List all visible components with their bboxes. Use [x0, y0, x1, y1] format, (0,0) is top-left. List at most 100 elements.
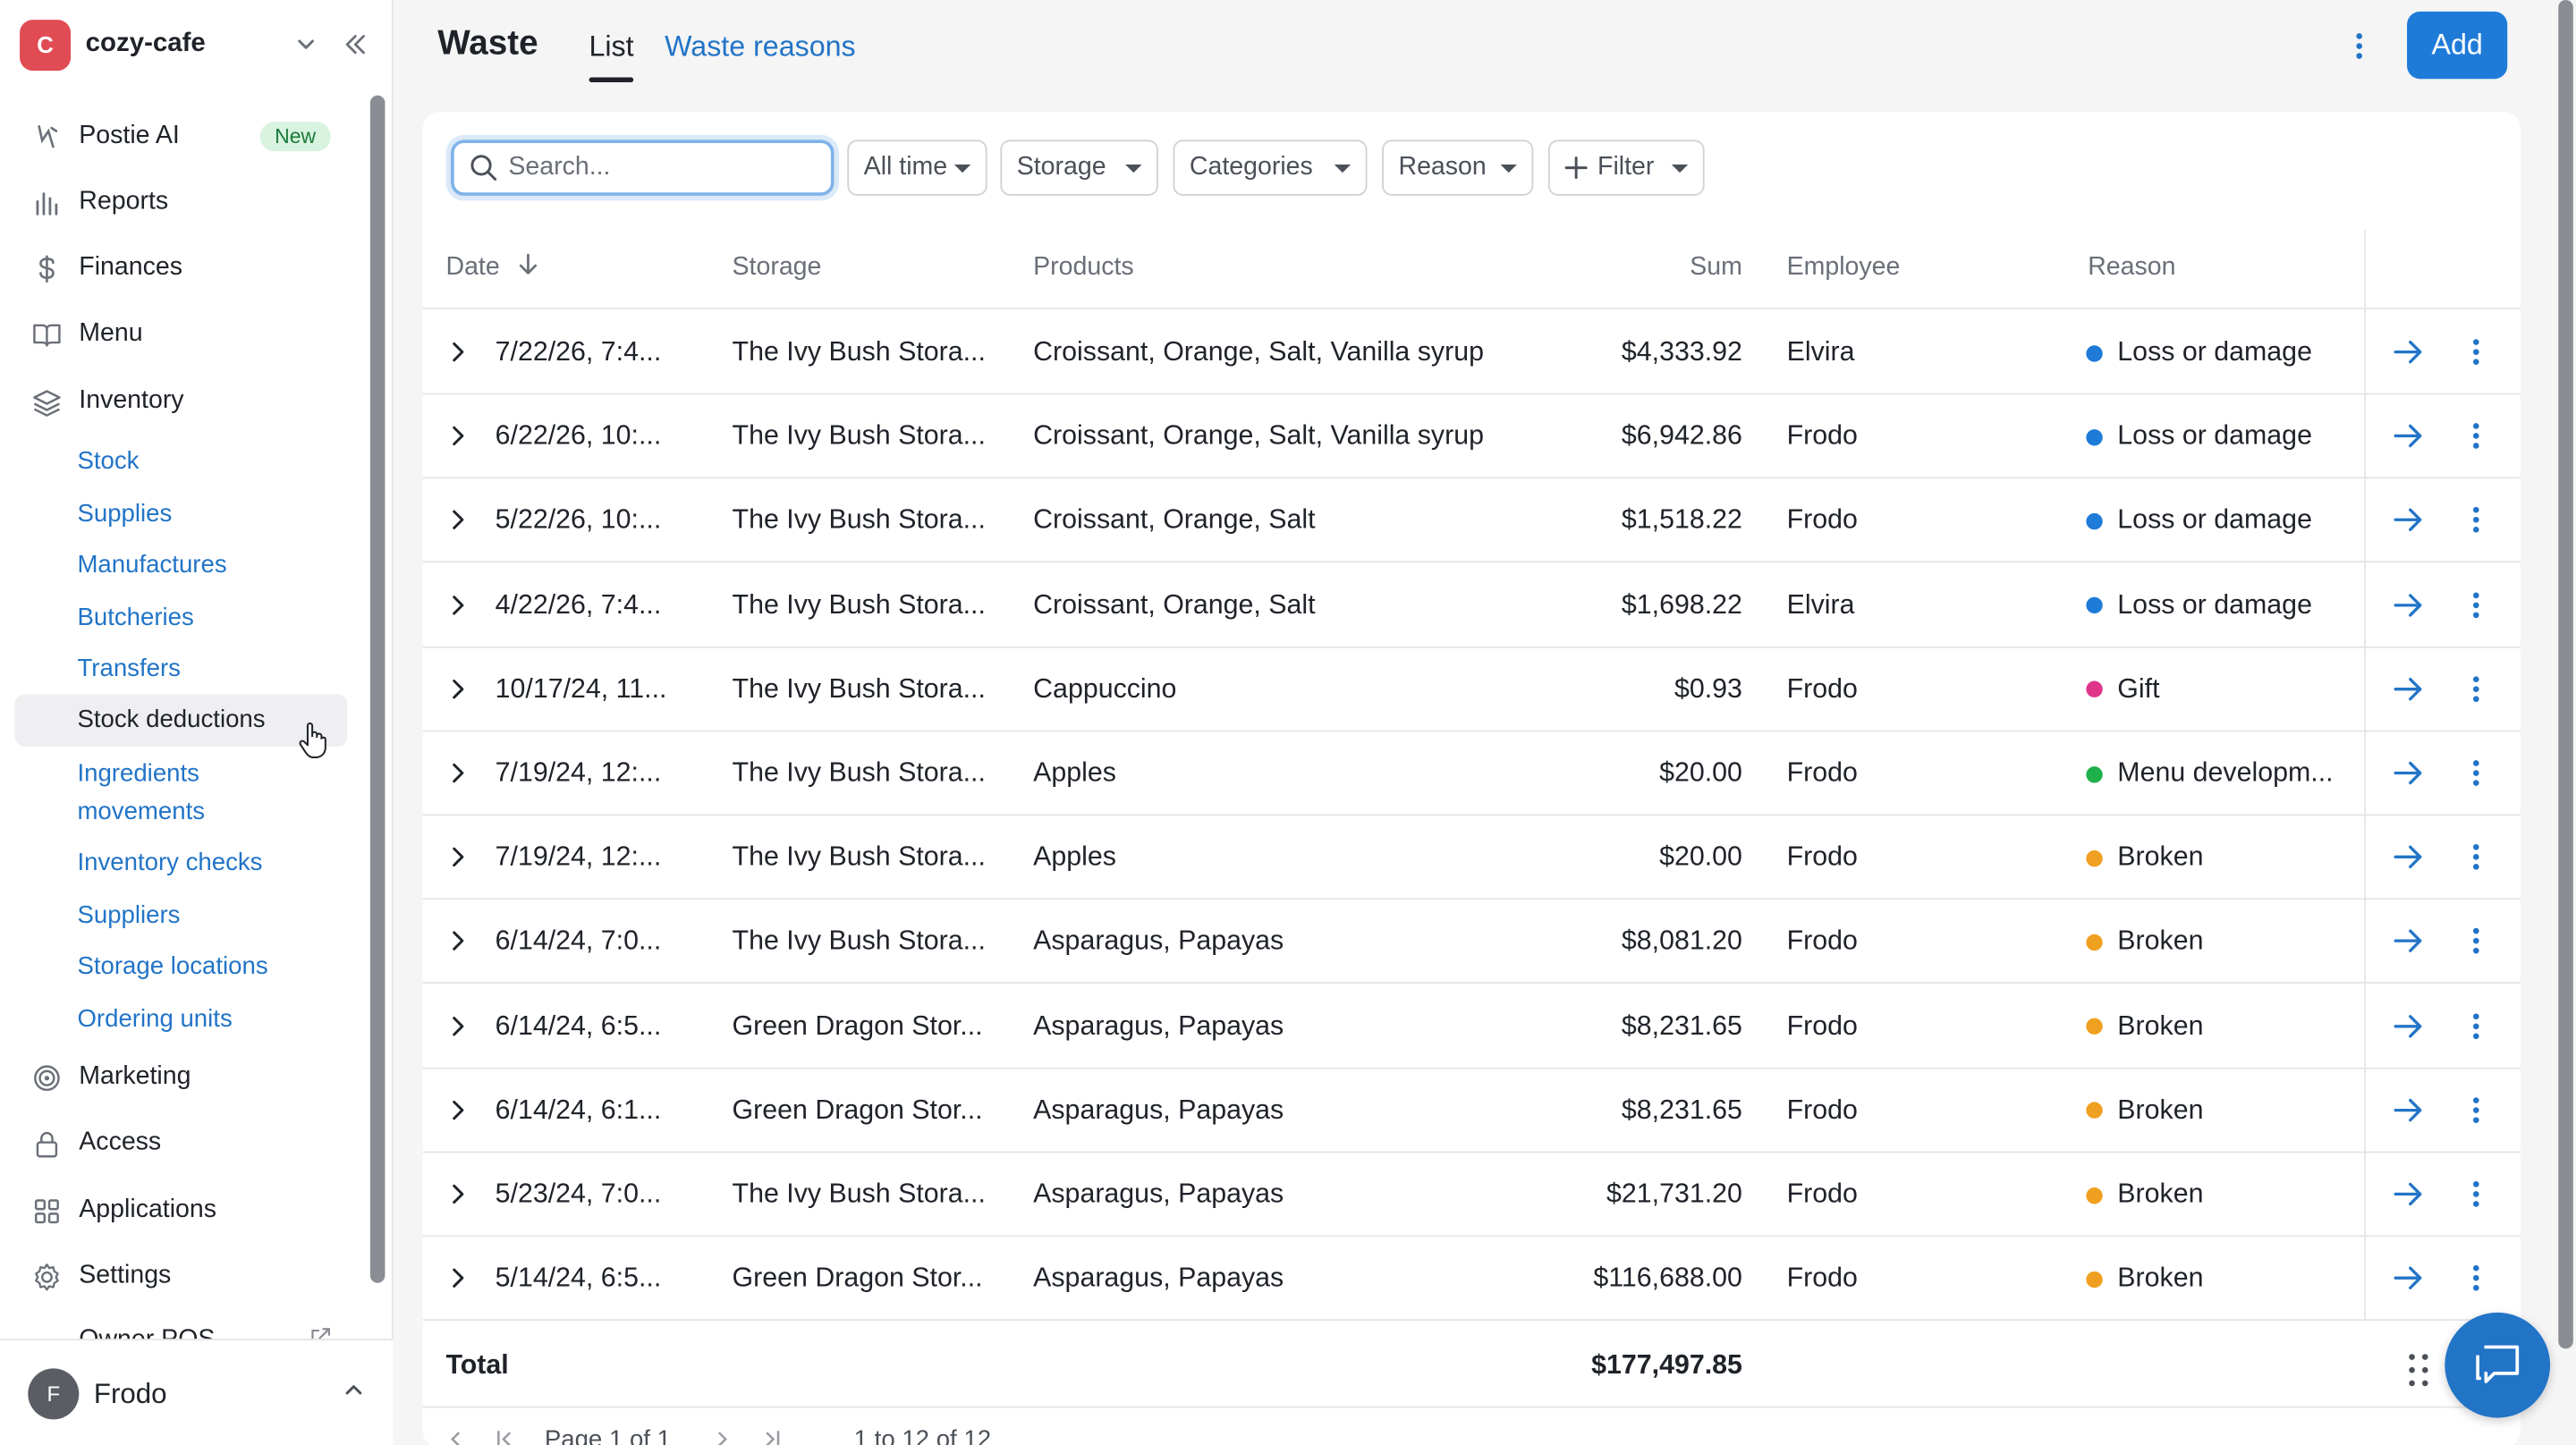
add-filter-button[interactable]: Filter: [1547, 139, 1705, 196]
lock-icon: [31, 1128, 63, 1159]
sidebar-subitem-supplies[interactable]: Supplies: [15, 495, 348, 533]
tab-list[interactable]: List: [589, 30, 635, 82]
chevron-right-icon[interactable]: [445, 842, 471, 872]
row-more-icon[interactable]: [2463, 418, 2489, 454]
table-row[interactable]: 4/22/26, 7:4... The Ivy Bush Stora... Croi…: [422, 563, 2521, 647]
table-row[interactable]: 7/22/26, 7:4... The Ivy Bush Stora... Croi…: [422, 311, 2521, 395]
prev-page-icon[interactable]: [445, 1428, 465, 1445]
arrow-right-icon[interactable]: [2391, 839, 2427, 875]
sidebar-subitem-suppliers[interactable]: Suppliers: [15, 896, 348, 934]
next-page-icon[interactable]: [712, 1428, 732, 1445]
row-more-icon[interactable]: [2463, 587, 2489, 622]
row-more-icon[interactable]: [2463, 755, 2489, 790]
sidebar-item-menu[interactable]: Menu: [15, 306, 348, 362]
sidebar-scrollbar[interactable]: [367, 95, 386, 1332]
time-filter[interactable]: All time: [847, 139, 987, 196]
row-more-icon[interactable]: [2463, 924, 2489, 959]
chat-support-button[interactable]: [2445, 1312, 2551, 1418]
collapse-sidebar-icon[interactable]: [337, 26, 373, 62]
storage-filter[interactable]: Storage: [1000, 139, 1158, 196]
sidebar-subitem-inventory-checks[interactable]: Inventory checks: [15, 844, 348, 882]
column-sum[interactable]: Sum: [1690, 253, 1742, 283]
column-employee[interactable]: Employee: [1787, 253, 1901, 283]
sidebar-subitem-ingredients-movements[interactable]: Ingredients movements: [15, 755, 262, 831]
chevron-up-icon[interactable]: [343, 1378, 366, 1409]
sidebar-subitem-transfers[interactable]: Transfers: [15, 650, 348, 688]
first-page-icon[interactable]: [496, 1428, 515, 1445]
table-row[interactable]: 6/14/24, 6:5... Green Dragon Stor... Aspar…: [422, 984, 2521, 1069]
chevron-right-icon[interactable]: [445, 505, 471, 535]
arrow-right-icon[interactable]: [2391, 924, 2427, 959]
table-row[interactable]: 6/22/26, 10:... The Ivy Bush Stora... Croi…: [422, 395, 2521, 479]
chevron-down-icon[interactable]: [288, 26, 324, 62]
search-box[interactable]: [450, 139, 835, 196]
search-input[interactable]: [508, 153, 821, 183]
sidebar-item-access[interactable]: Access: [15, 1115, 348, 1171]
arrow-right-icon[interactable]: [2391, 1260, 2427, 1296]
sidebar-subitem-manufactures[interactable]: Manufactures: [15, 546, 348, 584]
add-button[interactable]: Add: [2407, 11, 2508, 80]
table-row[interactable]: 7/19/24, 12:... The Ivy Bush Stora... Appl…: [422, 816, 2521, 900]
table-row[interactable]: 10/17/24, 11... The Ivy Bush Stora... Capp…: [422, 647, 2521, 732]
table-row[interactable]: 6/14/24, 6:1... Green Dragon Stor... Aspar…: [422, 1069, 2521, 1153]
sidebar-subitem-butcheries[interactable]: Butcheries: [15, 599, 348, 637]
sidebar-subitem-storage-locations[interactable]: Storage locations: [15, 947, 348, 984]
row-more-icon[interactable]: [2463, 839, 2489, 875]
table-row[interactable]: 5/23/24, 7:0... The Ivy Bush Stora... Aspa…: [422, 1153, 2521, 1238]
arrow-right-icon[interactable]: [2391, 1008, 2427, 1044]
sidebar-item-marketing[interactable]: Marketing: [15, 1050, 348, 1106]
chevron-right-icon[interactable]: [445, 1263, 471, 1293]
chevron-right-icon[interactable]: [445, 926, 471, 956]
sidebar-item-applications[interactable]: Applications: [15, 1183, 348, 1239]
table-row[interactable]: 5/22/26, 10:... The Ivy Bush Stora... Croi…: [422, 479, 2521, 563]
chevron-right-icon[interactable]: [445, 337, 471, 367]
arrow-right-icon[interactable]: [2391, 1092, 2427, 1128]
table-row[interactable]: 5/14/24, 6:5... Green Dragon Stor... Aspar…: [422, 1238, 2521, 1322]
arrow-right-icon[interactable]: [2391, 334, 2427, 369]
sidebar-item-reports[interactable]: Reports: [15, 174, 348, 231]
workspace-switcher[interactable]: C cozy-cafe: [20, 16, 373, 72]
column-products[interactable]: Products: [1033, 253, 1134, 283]
column-reason[interactable]: Reason: [2088, 253, 2175, 283]
row-more-icon[interactable]: [2463, 1260, 2489, 1296]
chevron-right-icon[interactable]: [445, 421, 471, 451]
chevron-right-icon[interactable]: [445, 590, 471, 620]
chevron-right-icon[interactable]: [445, 1179, 471, 1209]
more-options-icon[interactable]: [2340, 26, 2379, 65]
arrow-right-icon[interactable]: [2391, 755, 2427, 790]
row-more-icon[interactable]: [2463, 1008, 2489, 1044]
column-storage[interactable]: Storage: [733, 253, 822, 283]
chevron-right-icon[interactable]: [445, 1010, 471, 1040]
row-more-icon[interactable]: [2463, 503, 2489, 538]
row-more-icon[interactable]: [2463, 334, 2489, 369]
arrow-right-icon[interactable]: [2391, 587, 2427, 622]
sidebar-item-finances[interactable]: Finances: [15, 241, 348, 297]
table-row[interactable]: 6/14/24, 7:0... The Ivy Bush Stora... Aspa…: [422, 900, 2521, 984]
table-row[interactable]: 7/19/24, 12:... The Ivy Bush Stora... Appl…: [422, 732, 2521, 816]
arrow-right-icon[interactable]: [2391, 671, 2427, 706]
sidebar-subitem-ordering-units[interactable]: Ordering units: [15, 1000, 348, 1037]
row-more-icon[interactable]: [2463, 671, 2489, 706]
reason-filter[interactable]: Reason: [1382, 139, 1534, 196]
sidebar-item-inventory[interactable]: Inventory: [15, 374, 348, 430]
categories-filter[interactable]: Categories: [1173, 139, 1368, 196]
chevron-right-icon[interactable]: [445, 758, 471, 788]
sidebar-subitem-stock[interactable]: Stock: [15, 443, 348, 480]
arrow-right-icon[interactable]: [2391, 1176, 2427, 1212]
sort-down-icon[interactable]: [517, 253, 540, 276]
chevron-right-icon[interactable]: [445, 1095, 471, 1125]
arrow-right-icon[interactable]: [2391, 418, 2427, 454]
sidebar-item-settings[interactable]: Settings: [15, 1248, 348, 1305]
row-more-icon[interactable]: [2463, 1092, 2489, 1128]
sidebar-scrollbar-thumb[interactable]: [369, 95, 386, 1283]
column-date[interactable]: Date: [445, 253, 539, 283]
arrow-right-icon[interactable]: [2391, 503, 2427, 538]
tab-waste-reasons[interactable]: Waste reasons: [665, 30, 856, 64]
user-menu[interactable]: F Frodo: [0, 1339, 394, 1445]
page-scrollbar[interactable]: [2558, 0, 2573, 1349]
chevron-right-icon[interactable]: [445, 674, 471, 704]
last-page-icon[interactable]: [762, 1428, 782, 1445]
row-more-icon[interactable]: [2463, 1176, 2489, 1212]
sidebar-item-postie-ai[interactable]: Postie AI New: [15, 108, 348, 165]
drag-handle-icon[interactable]: [2407, 1352, 2430, 1388]
